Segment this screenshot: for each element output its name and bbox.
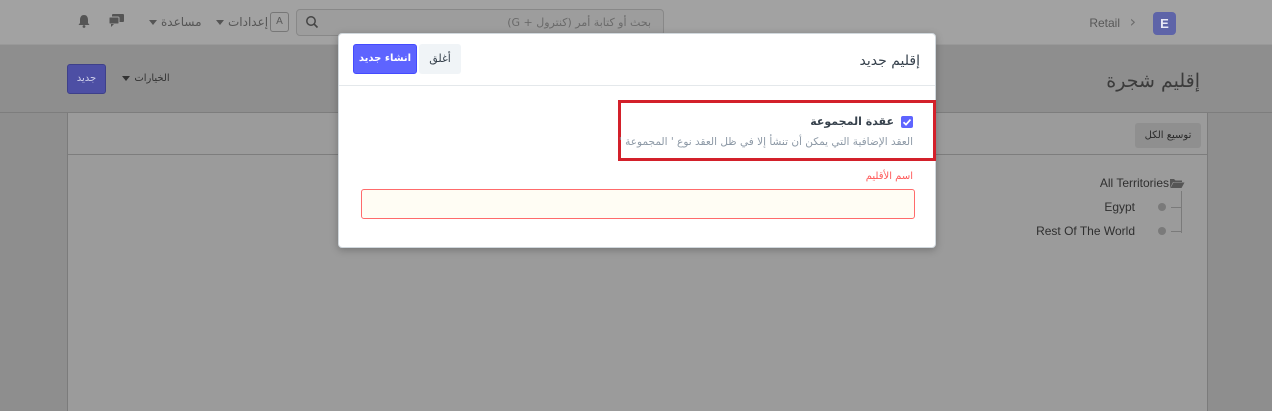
caret-down-icon [149, 20, 157, 25]
create-new-button[interactable]: انشاء جديد [353, 44, 417, 74]
tree-node-dot [1158, 203, 1166, 211]
tree-node-rest-of-world[interactable]: Rest Of The World [1036, 224, 1135, 238]
search-icon [306, 16, 319, 29]
chevron-left-icon[interactable]: ‹ [1130, 13, 1136, 31]
keyboard-shortcut-badge: A [270, 12, 289, 32]
new-territory-dialog: إقليم جديد أغلق انشاء جديد عقدة المجموعة… [338, 33, 936, 248]
options-button[interactable]: الخيارات [112, 64, 176, 94]
page-title: إقليم شجرة [1106, 70, 1200, 92]
is-group-label: عقدة المجموعة [810, 115, 894, 128]
territory-name-label: اسم الأقليم [865, 171, 913, 182]
tree-node-egypt[interactable]: Egypt [1104, 200, 1135, 214]
breadcrumb[interactable]: Retail [1089, 16, 1120, 30]
caret-down-icon [216, 20, 224, 25]
options-label: الخيارات [134, 73, 170, 84]
tree-node-dot [1158, 227, 1166, 235]
settings-menu[interactable]: إعدادات [212, 15, 268, 29]
caret-down-icon [122, 75, 131, 81]
is-group-checkbox[interactable] [901, 116, 913, 128]
settings-label: إعدادات [228, 15, 269, 29]
check-icon [902, 119, 912, 126]
new-button[interactable]: جديد [67, 64, 106, 94]
tree-connector [1171, 207, 1182, 208]
is-group-help-text: العقد الإضافية التي يمكن أن تنشأ إلا في … [618, 136, 913, 148]
tree-node-root[interactable]: All Territories [1100, 176, 1169, 190]
bell-icon[interactable] [78, 14, 90, 28]
search-placeholder: بحث أو كتابة أمر (كنترول + G) [507, 16, 651, 29]
tree-connector [1171, 231, 1182, 232]
app-logo[interactable]: E [1153, 12, 1176, 35]
help-menu[interactable]: مساعدة [145, 15, 202, 29]
close-button[interactable]: أغلق [419, 44, 461, 74]
help-label: مساعدة [161, 15, 202, 29]
modal-title: إقليم جديد [859, 53, 920, 69]
tree-connector [1181, 191, 1182, 233]
modal-header: إقليم جديد أغلق انشاء جديد [339, 34, 935, 86]
folder-open-icon[interactable] [1169, 177, 1185, 189]
chat-icon[interactable] [108, 13, 125, 28]
search-input[interactable]: بحث أو كتابة أمر (كنترول + G) [296, 9, 664, 36]
territory-name-input[interactable] [361, 189, 915, 219]
highlight-box [618, 100, 936, 161]
